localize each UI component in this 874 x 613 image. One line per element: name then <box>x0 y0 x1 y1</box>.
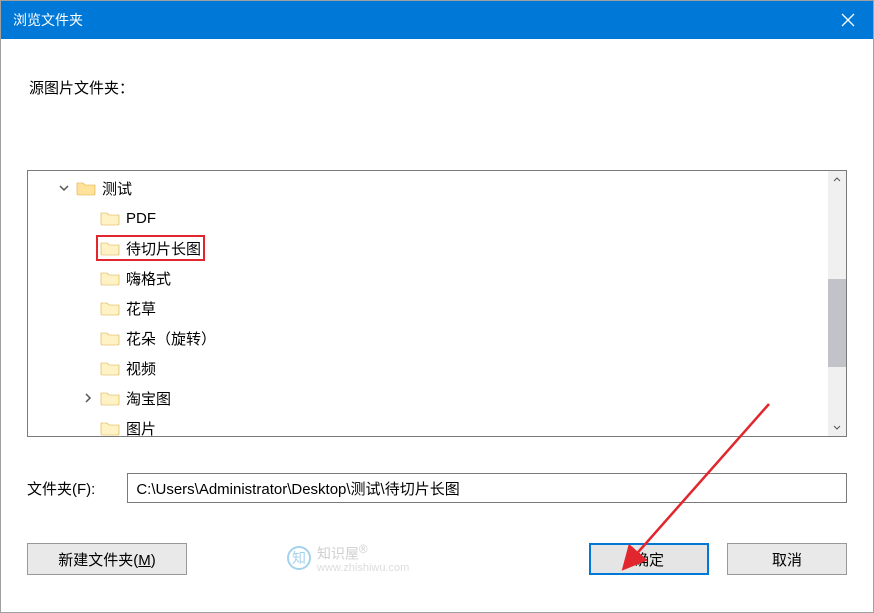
close-button[interactable] <box>823 1 873 39</box>
folder-tree[interactable]: 测试 PDF 待切片长图 嗨格式 花 <box>28 171 828 436</box>
browse-folder-dialog: 浏览文件夹 源图片文件夹： 测试 PDF 待切片长 <box>0 0 874 613</box>
new-folder-button[interactable]: 新建文件夹(M) <box>27 543 187 575</box>
tree-item-label: 测试 <box>102 178 132 199</box>
scroll-up-button[interactable] <box>828 171 846 189</box>
path-row: 文件夹(F): <box>27 473 847 503</box>
source-folder-label: 源图片文件夹： <box>29 77 847 98</box>
folder-icon <box>100 420 120 436</box>
chevron-down-icon[interactable] <box>56 180 72 196</box>
chevron-right-icon[interactable] <box>80 390 96 406</box>
path-label: 文件夹(F): <box>27 478 95 499</box>
folder-path-input[interactable] <box>127 473 847 503</box>
tree-row[interactable]: PDF <box>28 203 828 233</box>
tree-row[interactable]: 视频 <box>28 353 828 383</box>
dialog-content: 源图片文件夹： 测试 PDF 待切片长图 <box>1 39 873 612</box>
tree-row-root[interactable]: 测试 <box>28 173 828 203</box>
scrollbar-track[interactable] <box>828 189 846 418</box>
tree-item-label: 花草 <box>126 298 156 319</box>
window-title: 浏览文件夹 <box>13 10 823 30</box>
folder-icon <box>100 210 120 226</box>
folder-tree-container: 测试 PDF 待切片长图 嗨格式 花 <box>27 170 847 437</box>
scrollbar-thumb[interactable] <box>828 279 846 367</box>
cancel-button[interactable]: 取消 <box>727 543 847 575</box>
tree-row[interactable]: 嗨格式 <box>28 263 828 293</box>
folder-icon <box>100 330 120 346</box>
tree-row[interactable]: 花朵（旋转） <box>28 323 828 353</box>
tree-row[interactable]: 花草 <box>28 293 828 323</box>
tree-item-label: 待切片长图 <box>126 238 201 259</box>
tree-item-label: 嗨格式 <box>126 268 171 289</box>
titlebar: 浏览文件夹 <box>1 1 873 39</box>
tree-item-label: 图片 <box>126 418 156 437</box>
folder-icon <box>100 270 120 286</box>
folder-icon <box>100 390 120 406</box>
folder-icon <box>100 300 120 316</box>
close-icon <box>841 13 855 27</box>
vertical-scrollbar[interactable] <box>828 171 846 436</box>
folder-icon <box>100 240 120 256</box>
tree-row[interactable]: 淘宝图 <box>28 383 828 413</box>
button-row: 新建文件夹(M) 确定 取消 <box>27 543 847 575</box>
folder-icon <box>76 180 96 196</box>
scroll-down-button[interactable] <box>828 418 846 436</box>
selection-highlight: 待切片长图 <box>96 235 205 261</box>
ok-button[interactable]: 确定 <box>589 543 709 575</box>
tree-item-label: 花朵（旋转） <box>126 328 216 349</box>
folder-icon <box>100 360 120 376</box>
tree-row-selected[interactable]: 待切片长图 <box>28 233 828 263</box>
tree-row[interactable]: 图片 <box>28 413 828 436</box>
tree-item-label: PDF <box>126 210 156 227</box>
tree-item-label: 视频 <box>126 358 156 379</box>
tree-item-label: 淘宝图 <box>126 388 171 409</box>
